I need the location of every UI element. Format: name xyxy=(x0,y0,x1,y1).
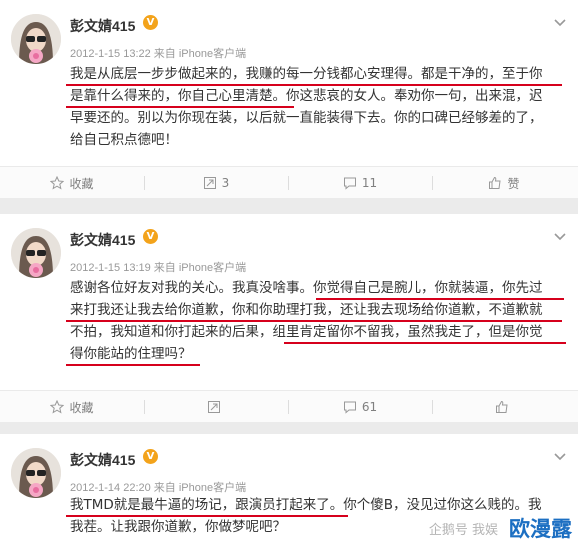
weibo-post-2: 彭文婧415 V 2012-1-15 13:19 来自 iPhone客户端 感谢… xyxy=(0,214,578,422)
highlight-underline xyxy=(316,298,564,300)
chevron-down-icon[interactable] xyxy=(552,14,568,30)
weibo-post-1: 彭文婧415 V 2012-1-15 13:22 来自 iPhone客户端 我是… xyxy=(0,0,578,198)
comment-icon xyxy=(343,401,356,414)
post-line: 我是从底层一步步做起来的，我赚的每一分钱都心安理得。都是干净的，至于你 xyxy=(70,66,543,82)
post-line: 早要还的。别以为你现在装，以后就一直能装得下去。你的口碑已经够差的了， xyxy=(70,110,543,126)
comment-count: 11 xyxy=(361,176,378,190)
post-meta: 2012-1-15 13:22 来自 iPhone客户端 xyxy=(70,48,247,60)
favorite-label: 收藏 xyxy=(69,176,94,191)
repost-count: 3 xyxy=(221,176,230,190)
highlight-underline xyxy=(66,320,562,322)
favorite-button[interactable]: 收藏 xyxy=(0,391,144,423)
post-line: 感谢各位好友对我的关心。我真没啥事。你觉得自己是腕儿，你就装逼，你先过 xyxy=(70,280,543,296)
comment-count: 61 xyxy=(361,400,378,414)
highlight-underline xyxy=(284,342,566,344)
verified-badge: V xyxy=(143,15,158,30)
watermark-source: 企鹅号 我娱 xyxy=(428,523,498,538)
star-icon xyxy=(50,176,65,190)
post-line: 不拍，我知道和你打起来的后果，组里肯定留你不留我，虽然我走了，但是你觉 xyxy=(70,324,543,340)
highlight-underline xyxy=(66,84,562,86)
repost-icon xyxy=(207,401,220,413)
repost-icon xyxy=(203,177,216,189)
repost-button[interactable] xyxy=(144,391,288,423)
favorite-button[interactable]: 收藏 xyxy=(0,167,144,199)
star-icon xyxy=(50,400,65,414)
verified-badge: V xyxy=(143,229,158,244)
like-label: 赞 xyxy=(507,176,520,191)
post-line: 我TMD就是最牛逼的场记，跟演员打起来了。你个傻B，没见过你这么贱的。我 xyxy=(70,497,542,513)
comment-button[interactable]: 61 xyxy=(288,391,432,423)
post-line: 给自己积点德吧！ xyxy=(70,132,178,148)
username[interactable]: 彭文婧415 xyxy=(70,16,135,36)
post-meta: 2012-1-14 22:20 来自 iPhone客户端 xyxy=(70,482,247,494)
username[interactable]: 彭文婧415 xyxy=(70,230,135,250)
post-line: 是靠什么得来的，你自己心里清楚。你这悲哀的女人。奉劝你一句，出来混，迟 xyxy=(70,88,543,104)
avatar[interactable] xyxy=(11,14,61,64)
watermark-logo: 欧漫露 xyxy=(509,517,572,541)
comment-icon xyxy=(343,177,356,190)
chevron-down-icon[interactable] xyxy=(552,228,568,244)
comment-button[interactable]: 11 xyxy=(288,167,432,199)
post-meta: 2012-1-15 13:19 来自 iPhone客户端 xyxy=(70,262,247,274)
chevron-down-icon[interactable] xyxy=(552,448,568,464)
thumbs-up-icon xyxy=(495,400,508,413)
post-line: 得你能站的住理吗？ xyxy=(70,346,192,362)
username[interactable]: 彭文婧415 xyxy=(70,450,135,470)
post-line: 来打我还让我去给你道歉，你和你助理打我，还让我去现场给你道歉，不道歉就 xyxy=(70,302,543,318)
like-button[interactable] xyxy=(432,391,576,423)
highlight-underline xyxy=(66,515,348,517)
avatar[interactable] xyxy=(11,228,61,278)
highlight-underline xyxy=(66,364,200,366)
verified-badge: V xyxy=(143,449,158,464)
highlight-underline xyxy=(66,106,294,108)
repost-button[interactable]: 3 xyxy=(144,167,288,199)
like-button[interactable]: 赞 xyxy=(432,167,576,199)
thumbs-up-icon xyxy=(489,176,502,189)
action-bar: 收藏 61 xyxy=(0,390,578,422)
action-bar: 收藏 3 11 赞 xyxy=(0,166,578,198)
favorite-label: 收藏 xyxy=(69,400,94,415)
avatar[interactable] xyxy=(11,448,61,498)
